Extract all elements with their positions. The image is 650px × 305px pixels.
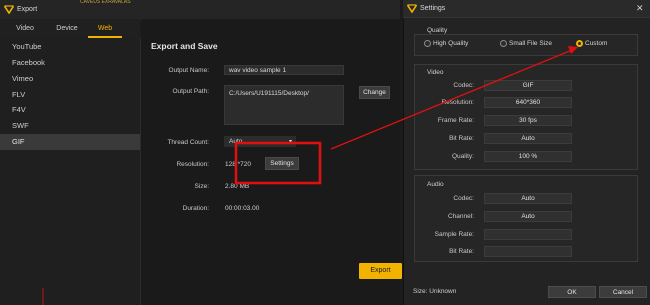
highlight-rectangle: [234, 141, 322, 185]
annotation-arrow-head: [568, 46, 578, 54]
annotation-arrow-line: [330, 49, 573, 150]
annotation-overlay: [42, 46, 578, 305]
